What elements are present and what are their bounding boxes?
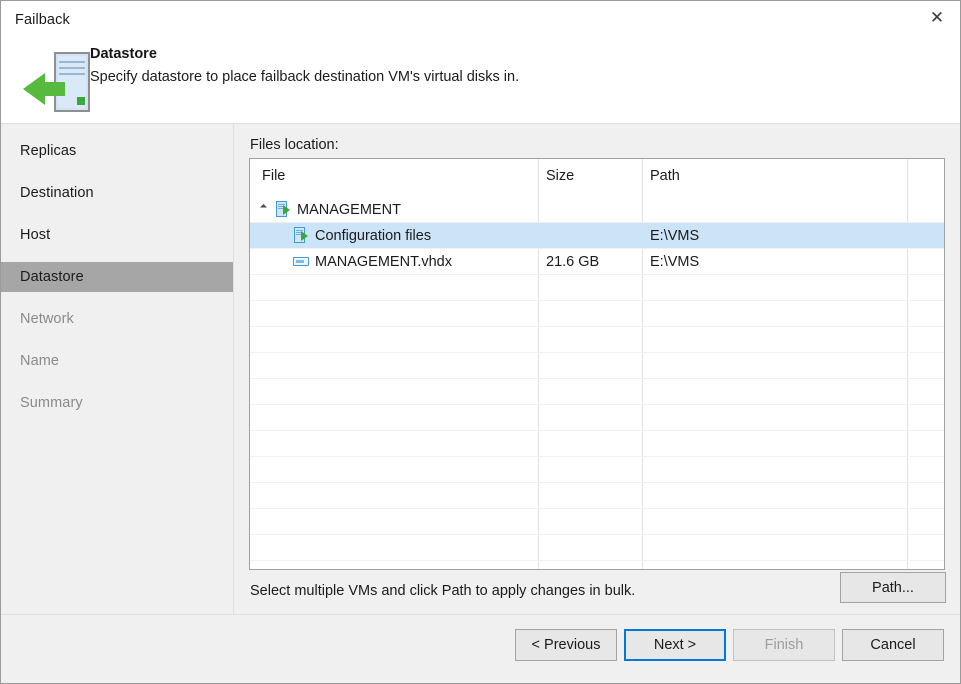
- window-title: Failback: [15, 12, 70, 28]
- file-name: Configuration files: [315, 227, 432, 244]
- sidebar-item-label: Datastore: [20, 269, 84, 285]
- cell-path: E:\VMS: [650, 227, 700, 244]
- path-button[interactable]: Path...: [840, 572, 946, 603]
- table-row-empty[interactable]: [250, 457, 944, 483]
- table-row[interactable]: MANAGEMENT.vhdx 21.6 GB E:\VMS: [250, 249, 944, 275]
- failback-wizard-window: Failback ✕ Datastore Specify datastore t…: [0, 0, 961, 684]
- sidebar-item-summary[interactable]: Summary: [1, 388, 233, 418]
- table-row-empty[interactable]: [250, 431, 944, 457]
- vm-icon: [275, 201, 292, 218]
- table-row-empty[interactable]: [250, 301, 944, 327]
- sidebar-item-label: Summary: [20, 395, 83, 411]
- close-icon: ✕: [929, 7, 945, 28]
- column-header-file[interactable]: File: [262, 168, 285, 184]
- table-row-empty[interactable]: [250, 509, 944, 535]
- sidebar-item-name[interactable]: Name: [1, 346, 233, 376]
- file-name: MANAGEMENT: [297, 201, 401, 218]
- table-row-empty[interactable]: [250, 353, 944, 379]
- sidebar-item-label: Replicas: [20, 143, 77, 159]
- cell-size: 21.6 GB: [546, 253, 600, 270]
- sidebar-item-datastore[interactable]: Datastore: [1, 262, 233, 292]
- next-button[interactable]: Next >: [624, 629, 726, 661]
- page-title: Datastore: [90, 46, 157, 62]
- column-header-size[interactable]: Size: [546, 168, 574, 184]
- table-row-empty[interactable]: [250, 405, 944, 431]
- wizard-footer: < Previous Next > Finish Cancel: [1, 615, 960, 683]
- wizard-banner: Datastore Specify datastore to place fai…: [1, 41, 960, 123]
- content-pane: Files location: File Size Path MANAGEMEN…: [234, 124, 960, 614]
- table-row-empty[interactable]: [250, 275, 944, 301]
- table-row-empty[interactable]: [250, 535, 944, 561]
- table-row-empty[interactable]: [250, 561, 944, 569]
- file-name: MANAGEMENT.vhdx: [315, 253, 452, 270]
- table-row-empty[interactable]: [250, 379, 944, 405]
- window-titlebar: Failback ✕: [1, 1, 960, 41]
- wizard-step-sidebar: Replicas Destination Host Datastore Network N…: [1, 124, 233, 614]
- sidebar-item-replicas[interactable]: Replicas: [1, 136, 233, 166]
- cell-file: MANAGEMENT.vhdx: [250, 249, 452, 274]
- table-body: MANAGEMENT Configuration files E:\VMS MANAG…: [250, 197, 944, 569]
- sidebar-item-label: Host: [20, 227, 51, 243]
- table-row-empty[interactable]: [250, 483, 944, 509]
- close-button[interactable]: ✕: [914, 1, 960, 35]
- cancel-button[interactable]: Cancel: [842, 629, 944, 661]
- table-row[interactable]: MANAGEMENT: [250, 197, 944, 223]
- sidebar-item-host[interactable]: Host: [1, 220, 233, 250]
- vm-icon: [293, 227, 310, 244]
- bulk-edit-hint: Select multiple VMs and click Path to ap…: [250, 583, 636, 599]
- sidebar-item-network[interactable]: Network: [1, 304, 233, 334]
- server-failback-icon: [21, 45, 95, 117]
- finish-button: Finish: [733, 629, 835, 661]
- disk-icon: [293, 253, 310, 270]
- table-row[interactable]: Configuration files E:\VMS: [250, 223, 944, 249]
- files-location-label: Files location:: [250, 137, 339, 153]
- page-subtitle: Specify datastore to place failback dest…: [90, 69, 520, 85]
- previous-button[interactable]: < Previous: [515, 629, 617, 661]
- sidebar-item-label: Network: [20, 311, 74, 327]
- sidebar-item-label: Name: [20, 353, 60, 369]
- sidebar-item-label: Destination: [20, 185, 94, 201]
- sidebar-item-destination[interactable]: Destination: [1, 178, 233, 208]
- table-row-empty[interactable]: [250, 327, 944, 353]
- column-header-path[interactable]: Path: [650, 168, 680, 184]
- table-header: File Size Path: [250, 159, 944, 197]
- cell-path: E:\VMS: [650, 253, 700, 270]
- cell-file: MANAGEMENT: [250, 197, 401, 222]
- files-table[interactable]: File Size Path MANAGEMENT Configuration f…: [249, 158, 945, 570]
- cell-file: Configuration files: [250, 223, 431, 248]
